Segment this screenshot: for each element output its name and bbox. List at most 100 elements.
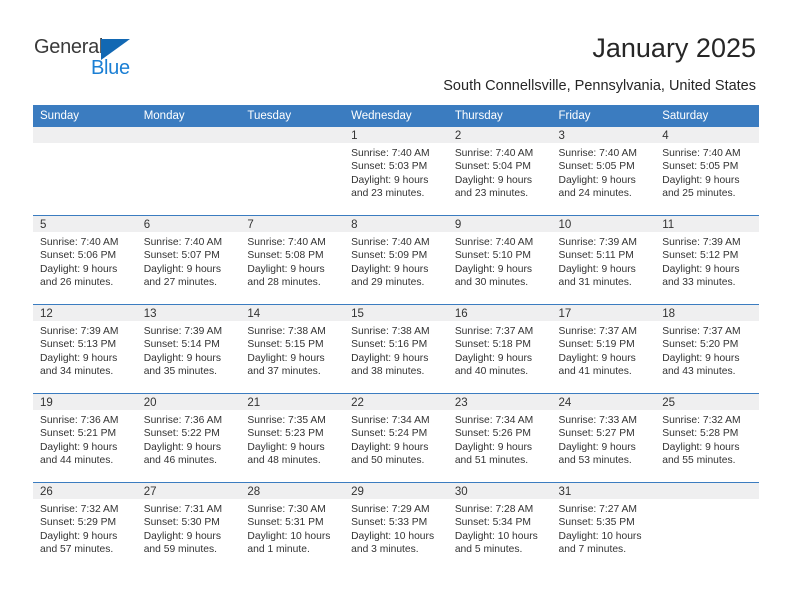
sunrise-text: Sunrise: 7:37 AM [558,326,637,337]
calendar-day-cell[interactable]: 5 Sunrise: 7:40 AM Sunset: 5:06 PM Daylight… [33,215,137,305]
day-sun-info: Sunrise: 7:40 AM Sunset: 5:09 PM Daylight:… [344,232,448,290]
calendar-day-cell[interactable]: 28 Sunrise: 7:30 AM Sunset: 5:31 PM Dayligh… [240,482,345,571]
calendar-day-cell[interactable]: 22 Sunrise: 7:34 AM Sunset: 5:24 PM Dayligh… [344,393,448,483]
calendar-day-cell[interactable]: 1 Sunrise: 7:40 AM Sunset: 5:03 PM Daylight… [344,127,448,216]
day-number: 3 [551,127,656,143]
calendar-day-cell[interactable]: 26 Sunrise: 7:32 AM Sunset: 5:29 PM Dayligh… [33,482,137,571]
daylight-text-line2: and 26 minutes. [40,277,114,289]
day-number: 24 [551,394,656,410]
daylight-text-line1: Daylight: 9 hours [662,263,740,275]
day-sun-info: Sunrise: 7:33 AM Sunset: 5:27 PM Daylight:… [552,410,656,468]
sunset-text: Sunset: 5:24 PM [351,428,428,440]
calendar-day-cell[interactable]: 21 Sunrise: 7:35 AM Sunset: 5:23 PM Dayligh… [240,393,345,483]
sunset-text: Sunset: 5:28 PM [662,428,739,440]
daylight-text-line2: and 23 minutes. [351,188,425,200]
day-cell-inner: 22 Sunrise: 7:34 AM Sunset: 5:24 PM Dayligh… [344,394,448,482]
daylight-text-line2: and 57 minutes. [40,544,114,556]
daylight-text-line1: Daylight: 9 hours [40,530,118,542]
calendar-day-cell[interactable]: 29 Sunrise: 7:29 AM Sunset: 5:33 PM Dayligh… [344,482,448,571]
sunset-text: Sunset: 5:04 PM [454,161,531,173]
sunrise-text: Sunrise: 7:40 AM [454,148,534,159]
day-number: 9 [447,216,552,232]
daylight-text-line2: and 34 minutes. [40,366,114,378]
sunset-text: Sunset: 5:05 PM [662,161,739,173]
logo-text-general: General [34,36,104,58]
calendar-day-cell[interactable]: 15 Sunrise: 7:38 AM Sunset: 5:16 PM Dayligh… [344,304,448,394]
calendar-day-cell[interactable]: 20 Sunrise: 7:36 AM Sunset: 5:22 PM Dayligh… [136,393,241,483]
daylight-text-line2: and 29 minutes. [351,277,425,289]
daylight-text-line2: and 55 minutes. [662,455,736,467]
day-sun-info: Sunrise: 7:34 AM Sunset: 5:26 PM Daylight:… [448,410,552,468]
sunset-text: Sunset: 5:30 PM [143,517,220,529]
sunset-text: Sunset: 5:12 PM [662,250,739,262]
daylight-text-line2: and 5 minutes. [454,544,523,556]
daylight-text-line1: Daylight: 9 hours [351,441,429,453]
daylight-text-line2: and 1 minute. [247,544,310,556]
calendar-day-cell[interactable]: 2 Sunrise: 7:40 AM Sunset: 5:04 PM Daylight… [447,127,552,216]
daylight-text-line2: and 44 minutes. [40,455,114,467]
daylight-text-line2: and 25 minutes. [662,188,736,200]
day-sun-info: Sunrise: 7:30 AM Sunset: 5:31 PM Daylight:… [240,499,344,557]
day-cell-inner: 17 Sunrise: 7:37 AM Sunset: 5:19 PM Dayligh… [551,305,656,393]
logo-text-blue: Blue [91,57,130,79]
sunrise-text: Sunrise: 7:30 AM [247,504,326,515]
daylight-text-line1: Daylight: 9 hours [143,352,221,364]
day-cell-inner: 7 Sunrise: 7:40 AM Sunset: 5:08 PM Daylight… [240,216,345,304]
calendar-day-cell[interactable]: 16 Sunrise: 7:37 AM Sunset: 5:18 PM Dayligh… [447,304,552,394]
daylight-text-line2: and 46 minutes. [143,455,217,467]
sunrise-text: Sunrise: 7:31 AM [143,504,223,515]
calendar-day-cell[interactable]: 10 Sunrise: 7:39 AM Sunset: 5:11 PM Dayligh… [551,215,656,305]
sunrise-text: Sunrise: 7:39 AM [662,237,741,248]
calendar-day-cell[interactable]: 24 Sunrise: 7:33 AM Sunset: 5:27 PM Dayligh… [551,393,656,483]
calendar-day-cell[interactable]: 14 Sunrise: 7:38 AM Sunset: 5:15 PM Dayligh… [240,304,345,394]
calendar-day-cell[interactable]: 11 Sunrise: 7:39 AM Sunset: 5:12 PM Dayligh… [655,215,759,305]
calendar-day-cell[interactable]: 31 Sunrise: 7:27 AM Sunset: 5:35 PM Dayligh… [551,482,656,571]
day-number: 1 [344,127,448,143]
day-number: 22 [344,394,448,410]
day-sun-info: Sunrise: 7:31 AM Sunset: 5:30 PM Daylight:… [137,499,241,557]
sunset-text: Sunset: 5:23 PM [247,428,324,440]
day-number: 5 [33,216,137,232]
calendar-day-cell[interactable]: 19 Sunrise: 7:36 AM Sunset: 5:21 PM Dayligh… [33,393,137,483]
sunrise-text: Sunrise: 7:38 AM [351,326,430,337]
day-number: 28 [240,483,345,499]
calendar-week-row: 12 Sunrise: 7:39 AM Sunset: 5:13 PM Dayligh… [33,304,759,394]
calendar-day-cell[interactable]: 27 Sunrise: 7:31 AM Sunset: 5:30 PM Dayligh… [136,482,241,571]
calendar-day-cell[interactable]: 3 Sunrise: 7:40 AM Sunset: 5:05 PM Daylight… [551,127,656,216]
calendar-day-cell[interactable]: 13 Sunrise: 7:39 AM Sunset: 5:14 PM Dayligh… [136,304,241,394]
calendar-week-row: 5 Sunrise: 7:40 AM Sunset: 5:06 PM Daylight… [33,215,759,305]
calendar-day-cell[interactable]: 8 Sunrise: 7:40 AM Sunset: 5:09 PM Daylight… [344,215,448,305]
day-sun-info: Sunrise: 7:37 AM Sunset: 5:20 PM Daylight:… [655,321,759,379]
day-sun-info: Sunrise: 7:40 AM Sunset: 5:10 PM Daylight:… [448,232,552,290]
calendar-day-cell[interactable]: 30 Sunrise: 7:28 AM Sunset: 5:34 PM Dayligh… [447,482,552,571]
calendar-day-cell[interactable]: 7 Sunrise: 7:40 AM Sunset: 5:08 PM Daylight… [240,215,345,305]
calendar-day-cell[interactable]: 23 Sunrise: 7:34 AM Sunset: 5:26 PM Dayligh… [447,393,552,483]
daylight-text-line1: Daylight: 9 hours [454,441,533,453]
calendar-day-cell[interactable]: 25 Sunrise: 7:32 AM Sunset: 5:28 PM Dayligh… [655,393,759,483]
calendar-day-cell[interactable]: 12 Sunrise: 7:39 AM Sunset: 5:13 PM Dayligh… [33,304,137,394]
day-cell-inner [33,127,137,215]
generalblue-logo[interactable]: General Blue [34,36,164,84]
calendar-day-cell[interactable]: 18 Sunrise: 7:37 AM Sunset: 5:20 PM Dayligh… [655,304,759,394]
calendar-day-cell[interactable]: 17 Sunrise: 7:37 AM Sunset: 5:19 PM Dayligh… [551,304,656,394]
calendar-day-cell[interactable]: 9 Sunrise: 7:40 AM Sunset: 5:10 PM Daylight… [447,215,552,305]
daylight-text-line1: Daylight: 9 hours [454,263,533,275]
day-number: 13 [136,305,241,321]
day-sun-info: Sunrise: 7:40 AM Sunset: 5:08 PM Daylight:… [240,232,344,290]
day-cell-inner: 21 Sunrise: 7:35 AM Sunset: 5:23 PM Dayligh… [240,394,345,482]
weekday-header-tuesday: Tuesday [240,105,345,127]
calendar-day-cell[interactable]: 6 Sunrise: 7:40 AM Sunset: 5:07 PM Daylight… [136,215,241,305]
sunset-text: Sunset: 5:27 PM [558,428,635,440]
calendar-week-row: 19 Sunrise: 7:36 AM Sunset: 5:21 PM Dayligh… [33,393,759,483]
sunrise-sunset-calendar: Sunday Monday Tuesday Wednesday Thursday… [33,105,759,571]
calendar-week-row: 26 Sunrise: 7:32 AM Sunset: 5:29 PM Dayligh… [33,482,759,571]
daylight-text-line1: Daylight: 9 hours [247,441,325,453]
daylight-text-line2: and 51 minutes. [454,455,529,467]
sunrise-text: Sunrise: 7:36 AM [143,415,223,426]
day-cell-inner: 19 Sunrise: 7:36 AM Sunset: 5:21 PM Dayligh… [33,394,137,482]
calendar-day-cell[interactable]: 4 Sunrise: 7:40 AM Sunset: 5:05 PM Daylight… [655,127,759,216]
day-number: 29 [344,483,448,499]
sunset-text: Sunset: 5:13 PM [40,339,117,351]
daylight-text-line2: and 30 minutes. [454,277,529,289]
day-number: 12 [33,305,137,321]
